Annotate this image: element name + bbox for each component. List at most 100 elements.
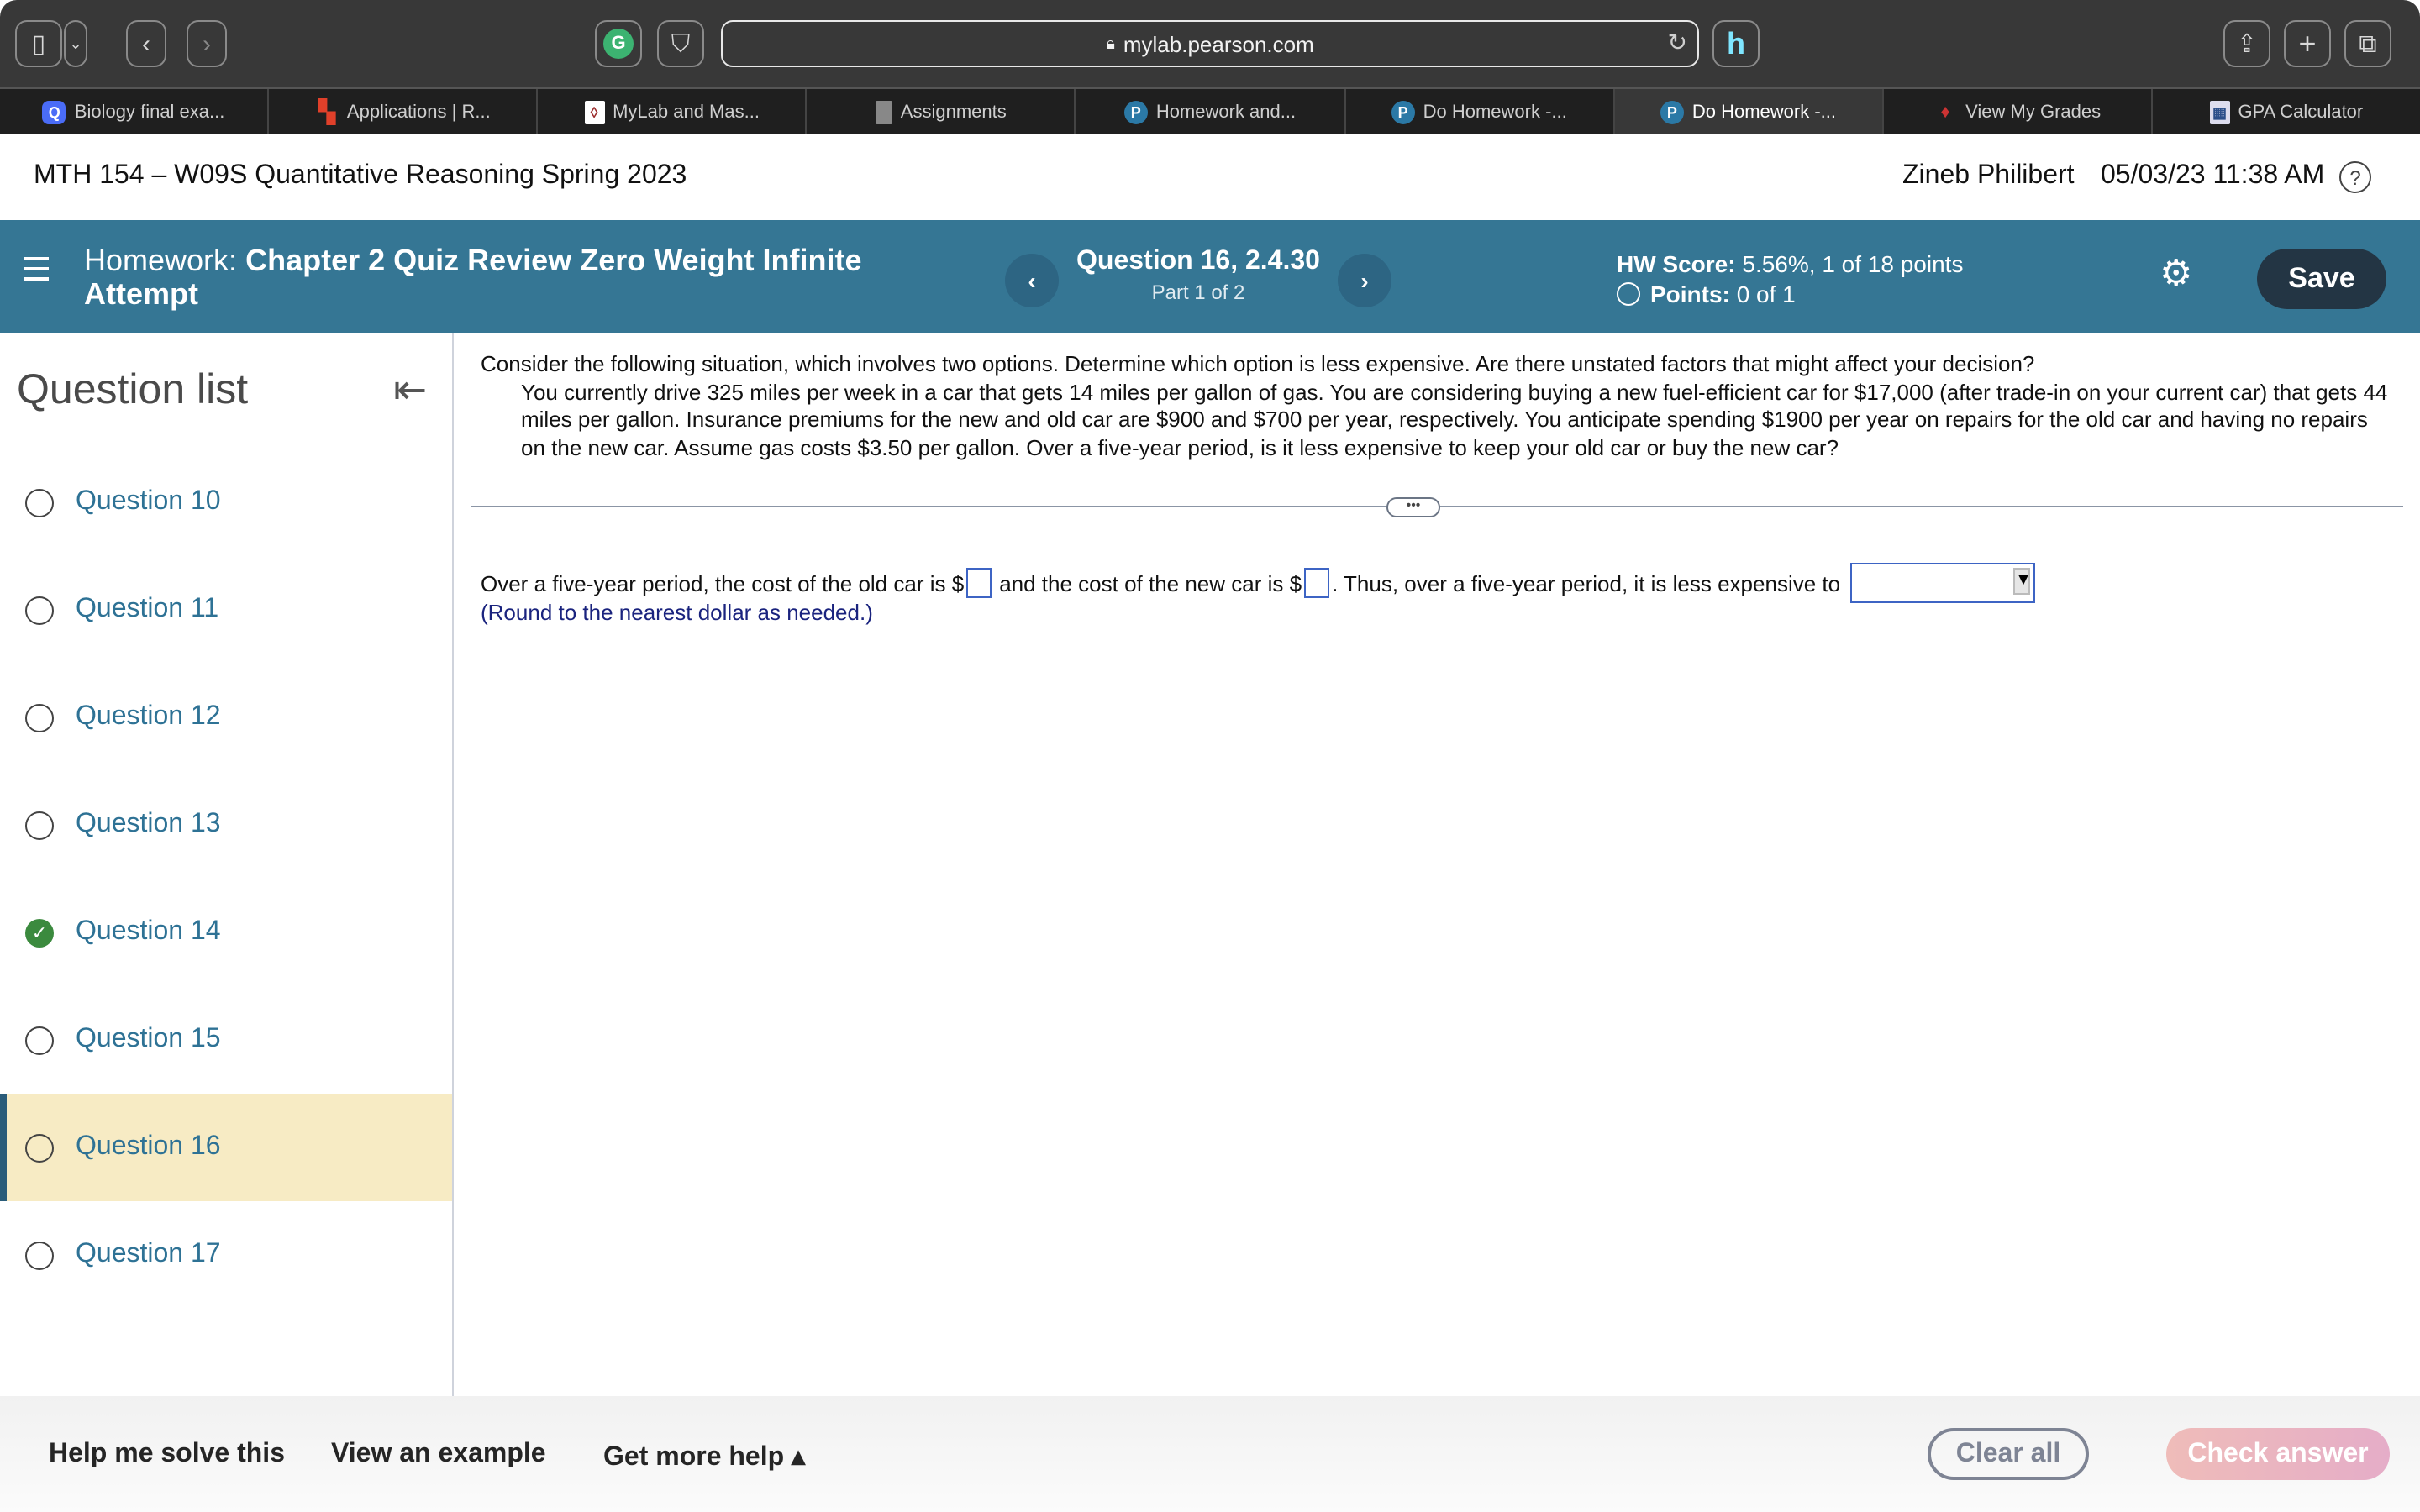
question-list-item[interactable]: Question 12 — [0, 664, 452, 771]
help-footer: Help me solve this View an example Get m… — [0, 1396, 2420, 1512]
check-answer-button[interactable]: Check answer — [2166, 1428, 2390, 1480]
privacy-extension-button[interactable]: ⛉ — [657, 20, 704, 67]
tab-label: View My Grades — [1965, 102, 2102, 123]
tab-label: GPA Calculator — [2238, 102, 2364, 123]
back-button[interactable]: ‹ — [126, 20, 166, 67]
tab-label: Homework and... — [1155, 102, 1297, 123]
question-list-item[interactable]: Question 10 — [0, 449, 452, 556]
question-content: Consider the following situation, which … — [454, 333, 2420, 1396]
question-body: You currently drive 325 miles per week i… — [521, 379, 2388, 459]
question-label: Question 14 — [76, 917, 221, 946]
user-name: Zineb Philibert — [1902, 161, 2075, 190]
question-label: Question 17 — [76, 1240, 221, 1268]
browser-toolbar: ▯ ⌄ ‹ › G ⛉ 🔒︎ mylab.pearson.com ↻ h ⇪ + — [0, 0, 2420, 87]
question-list-item[interactable]: Question 11 — [0, 556, 452, 664]
flame-icon: ♦ — [1940, 102, 1950, 123]
question-list[interactable]: Question 9 Question 10 Question 11 Quest… — [0, 380, 452, 1309]
rounding-hint: (Round to the nearest dollar as needed.) — [481, 600, 873, 625]
chevron-left-icon: ‹ — [142, 29, 150, 58]
browser-tab[interactable]: ▚ Applications | R... — [269, 89, 539, 136]
pearson-icon: P — [1391, 101, 1415, 124]
pearson-icon: P — [1660, 101, 1684, 124]
homework-label: Homework: — [84, 244, 238, 277]
clear-all-button[interactable]: Clear all — [1928, 1428, 2089, 1480]
current-datetime: 05/03/23 11:38 AM — [2101, 161, 2325, 190]
cheaper-option-dropdown[interactable]: ▼ — [1850, 563, 2036, 603]
question-list-title: Question list — [17, 366, 249, 413]
help-glyph: ? — [2349, 165, 2361, 189]
honey-icon: h — [1727, 26, 1745, 60]
chevron-right-icon: › — [1360, 267, 1369, 294]
score-panel: HW Score: 5.56%, 1 of 18 points Points: … — [1617, 249, 1963, 309]
view-example-button[interactable]: View an example — [331, 1440, 546, 1470]
question-list-item[interactable]: ✓ Question 14 — [0, 879, 452, 986]
forward-button[interactable]: › — [187, 20, 227, 67]
question-list-item[interactable]: Question 17 — [0, 1201, 452, 1309]
expand-divider-handle[interactable]: ••• — [1386, 497, 1440, 517]
tab-overview-button[interactable]: ⧉ — [2344, 20, 2391, 67]
sidebar-toggle-button[interactable]: ▯ — [15, 20, 62, 67]
unanswered-circle-icon — [25, 1133, 54, 1162]
chevron-down-icon: ⌄ — [69, 34, 82, 51]
app-root: ▯ ⌄ ‹ › G ⛉ 🔒︎ mylab.pearson.com ↻ h ⇪ + — [0, 0, 2420, 1512]
unanswered-circle-icon — [25, 1026, 54, 1054]
plus-icon: + — [2298, 26, 2317, 60]
address-bar[interactable]: 🔒︎ mylab.pearson.com ↻ — [721, 20, 1699, 67]
old-car-cost-input[interactable] — [965, 568, 992, 598]
menu-icon[interactable] — [24, 257, 49, 287]
question-list-item[interactable]: Question 13 — [0, 771, 452, 879]
grammarly-extension-button[interactable]: G — [595, 20, 642, 67]
unanswered-circle-icon — [25, 488, 54, 517]
question-label: Question 13 — [76, 810, 221, 838]
question-points: Points: 0 of 1 — [1617, 279, 1963, 309]
browser-tab[interactable]: P Homework and... — [1076, 89, 1346, 136]
question-intro: Consider the following situation, which … — [481, 351, 2035, 376]
question-label: Question 11 — [76, 595, 219, 623]
chevron-right-icon: › — [203, 29, 211, 58]
tab-group-dropdown[interactable]: ⌄ — [64, 20, 87, 67]
question-label: Question 16 — [76, 1132, 221, 1161]
get-more-help-button[interactable]: Get more help ▴ — [603, 1440, 805, 1473]
new-car-cost-input[interactable] — [1303, 568, 1329, 598]
next-question-button[interactable]: › — [1338, 254, 1392, 307]
browser-tab[interactable]: ♦ View My Grades — [1884, 89, 2153, 136]
chevron-left-icon: ‹ — [1028, 267, 1036, 294]
question-list-item[interactable]: Question 15 — [0, 986, 452, 1094]
answer-text-2: and the cost of the new car is $ — [999, 570, 1302, 596]
unanswered-circle-icon — [25, 596, 54, 624]
tab-label: Do Homework -... — [1423, 102, 1567, 123]
pearson-icon: P — [1123, 101, 1148, 124]
hw-score: HW Score: 5.56%, 1 of 18 points — [1617, 249, 1963, 279]
points-label: Points: — [1650, 281, 1730, 307]
question-label: Question 15 — [76, 1025, 221, 1053]
shield-icon: ⛉ — [671, 29, 691, 58]
browser-tab[interactable]: Assignments — [808, 89, 1076, 136]
sidebar-icon: ▯ — [31, 30, 46, 59]
points-status-icon — [1617, 282, 1640, 306]
reload-icon[interactable]: ↻ — [1668, 29, 1687, 57]
checkmark-icon: ✓ — [25, 918, 54, 947]
browser-tab-active[interactable]: P Do Homework -... — [1614, 89, 1884, 136]
browser-tab[interactable]: Q Biology final exa... — [0, 89, 270, 136]
browser-tab[interactable]: P Do Homework -... — [1345, 89, 1615, 136]
quizlet-icon: Q — [42, 101, 66, 124]
browser-tab[interactable]: ▦ GPA Calculator — [2153, 89, 2420, 136]
collapse-panel-icon[interactable]: ⇤ — [393, 366, 427, 415]
help-me-solve-button[interactable]: Help me solve this — [49, 1440, 285, 1470]
help-icon[interactable]: ? — [2339, 161, 2371, 193]
grammarly-icon: G — [603, 29, 634, 59]
gear-icon[interactable]: ⚙ — [2160, 255, 2192, 292]
honey-extension-button[interactable]: h — [1712, 20, 1760, 67]
question-list-panel: Question 9 Question 10 Question 11 Quest… — [0, 333, 454, 1396]
homework-banner: Homework: Chapter 2 Quiz Review Zero Wei… — [0, 220, 2420, 333]
question-heading: Question 16, 2.4.30 Part 1 of 2 — [1042, 247, 1355, 304]
tab-label: Assignments — [900, 102, 1007, 123]
homework-title: Homework: Chapter 2 Quiz Review Zero Wei… — [84, 244, 874, 311]
new-tab-button[interactable]: + — [2284, 20, 2331, 67]
browser-tab[interactable]: ◊ MyLab and Mas... — [538, 89, 808, 136]
tabs-overview-icon: ⧉ — [2359, 29, 2377, 58]
share-button[interactable]: ⇪ — [2223, 20, 2270, 67]
question-list-item-current[interactable]: Question 16 — [0, 1094, 452, 1201]
hw-score-value: 5.56%, 1 of 18 points — [1742, 250, 1964, 277]
save-button[interactable]: Save — [2257, 249, 2386, 309]
